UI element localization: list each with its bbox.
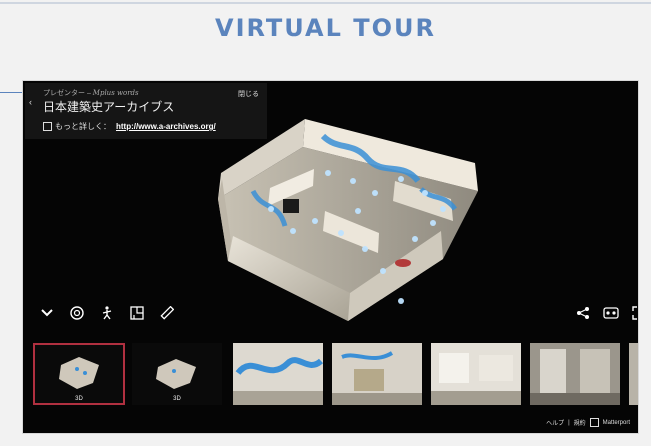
info-panel: ‹ プレゼンター – Mplus words 閉じる 日本建築史アーカイブス も… xyxy=(25,83,267,139)
external-link-icon xyxy=(43,122,52,131)
top-rule xyxy=(0,2,651,4)
scene-thumbnail-1[interactable]: 3D xyxy=(33,343,125,405)
sweep-point xyxy=(312,218,318,224)
right-controls xyxy=(575,305,638,321)
virtual-tour-viewer[interactable]: ‹ プレゼンター – Mplus words 閉じる 日本建築史アーカイブス も… xyxy=(22,80,639,434)
footer-separator: | xyxy=(568,419,570,426)
thumbnail-image xyxy=(233,343,323,405)
scene-thumbnail-strip: 3D 3D xyxy=(29,343,638,407)
scene-thumbnail-5[interactable] xyxy=(431,343,521,405)
sweep-point xyxy=(350,178,356,184)
matterport-logo-icon xyxy=(589,418,599,427)
sweep-point xyxy=(412,236,418,242)
thumbnail-image xyxy=(530,343,620,405)
sweep-point xyxy=(398,298,404,304)
presenter-name: Mplus words xyxy=(92,89,139,97)
thumbnail-label: 3D xyxy=(75,396,83,402)
page-title: VIRTUAL TOUR xyxy=(215,14,436,42)
share-icon[interactable] xyxy=(575,305,591,321)
sweep-point xyxy=(372,190,378,196)
website-link[interactable]: http://www.a-archives.org/ xyxy=(116,122,216,131)
fullscreen-icon[interactable] xyxy=(631,305,638,321)
sweep-point xyxy=(325,170,331,176)
viewer-footer: ヘルプ | 規約 Matterport xyxy=(546,418,630,427)
terms-link[interactable]: 規約 xyxy=(574,418,586,427)
vr-icon[interactable] xyxy=(603,305,619,321)
measure-icon[interactable] xyxy=(159,305,175,321)
sweep-point xyxy=(338,230,344,236)
panel-caret-icon[interactable]: ‹ xyxy=(29,97,32,107)
help-link[interactable]: ヘルプ xyxy=(546,418,564,427)
matterport-brand-link[interactable]: Matterport xyxy=(603,420,630,426)
left-controls xyxy=(39,305,175,321)
thumbnail-image xyxy=(431,343,521,405)
scene-thumbnail-7[interactable] xyxy=(629,343,638,405)
model-red-marker xyxy=(395,259,411,267)
presenter-line: プレゼンター – Mplus words xyxy=(43,88,139,98)
thumbnail-image xyxy=(332,343,422,405)
more-info-row: もっと詳しく： http://www.a-archives.org/ xyxy=(43,121,216,132)
collapse-toggle[interactable]: 閉じる xyxy=(238,89,259,99)
sweep-point xyxy=(422,190,428,196)
org-name: 日本建築史アーカイブス xyxy=(43,100,175,114)
more-info-label: もっと詳しく： xyxy=(55,122,111,131)
dropdown-icon[interactable] xyxy=(39,305,55,321)
walk-icon[interactable] xyxy=(99,305,115,321)
scene-thumbnail-6[interactable] xyxy=(530,343,620,405)
floorplan-icon[interactable] xyxy=(129,305,145,321)
scene-thumbnail-3[interactable] xyxy=(233,343,323,405)
thumbnail-image xyxy=(629,343,638,405)
sweep-point xyxy=(430,220,436,226)
sweep-point xyxy=(268,206,274,212)
dollhouse-view-icon[interactable] xyxy=(69,305,85,321)
thumbnail-label: 3D xyxy=(173,396,181,402)
sweep-point xyxy=(362,246,368,252)
sweep-point xyxy=(290,228,296,234)
sweep-point xyxy=(440,206,446,212)
scene-thumbnail-4[interactable] xyxy=(332,343,422,405)
model-screen xyxy=(283,199,299,213)
sweep-point xyxy=(398,176,404,182)
sweep-point xyxy=(380,268,386,274)
scene-thumbnail-2[interactable]: 3D xyxy=(132,343,222,405)
presenter-label: プレゼンター xyxy=(43,90,85,97)
sweep-point xyxy=(355,208,361,214)
